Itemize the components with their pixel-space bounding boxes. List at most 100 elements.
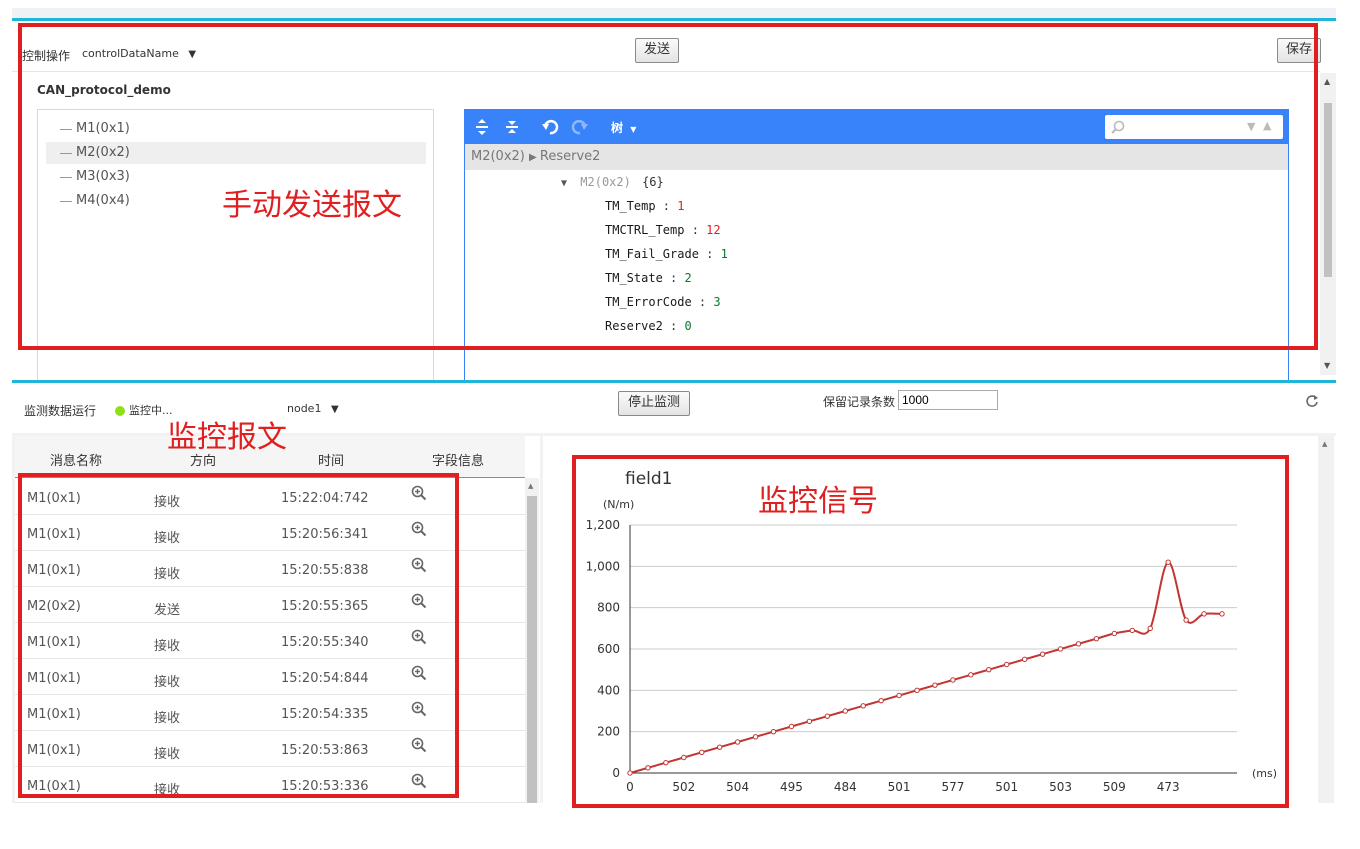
- expand-all-icon[interactable]: [475, 118, 489, 136]
- table-row[interactable]: M1(0x1) 接收 15:20:54:844: [15, 659, 525, 695]
- data-point[interactable]: [1201, 611, 1207, 617]
- search-next-icon[interactable]: ▼: [1247, 120, 1255, 133]
- data-point[interactable]: [1165, 559, 1171, 565]
- tree-item[interactable]: M1(0x1): [46, 118, 426, 140]
- data-point[interactable]: [932, 682, 938, 688]
- col-header-name[interactable]: 消息名称: [50, 450, 102, 469]
- chart-scrollbar[interactable]: ▲: [1318, 436, 1334, 803]
- zoom-in-icon[interactable]: [411, 485, 427, 501]
- send-button[interactable]: 发送: [635, 38, 679, 63]
- table-row[interactable]: M1(0x1) 接收 15:20:56:341: [15, 515, 525, 551]
- json-field-value[interactable]: 1: [721, 247, 728, 261]
- table-row[interactable]: M1(0x1) 接收 15:20:55:838: [15, 551, 525, 587]
- data-point[interactable]: [1039, 651, 1046, 657]
- data-point[interactable]: [752, 734, 759, 740]
- zoom-in-icon[interactable]: [411, 773, 427, 789]
- zoom-in-icon[interactable]: [411, 593, 427, 609]
- data-point[interactable]: [627, 770, 633, 776]
- data-point[interactable]: [806, 718, 813, 725]
- expand-toggle-icon[interactable]: ▼: [561, 178, 567, 189]
- top-scrollbar[interactable]: ▲ ▼: [1320, 73, 1336, 375]
- top-scrollbar-thumb[interactable]: [1324, 103, 1332, 277]
- data-point[interactable]: [1057, 646, 1064, 652]
- table-scroll-up-icon[interactable]: ▲: [528, 482, 533, 490]
- search-input[interactable]: [1129, 117, 1239, 137]
- json-root-node[interactable]: ▼ M2(0x2) {6}: [561, 172, 664, 192]
- data-point[interactable]: [645, 765, 651, 771]
- data-point[interactable]: [824, 713, 831, 719]
- json-field-value[interactable]: 12: [706, 223, 720, 237]
- table-row[interactable]: M1(0x1) 接收 15:20:53:336: [15, 767, 525, 803]
- table-row[interactable]: M1(0x1) 接收 15:20:54:335: [15, 695, 525, 731]
- json-field-row[interactable]: TM_State : 2: [605, 268, 692, 288]
- data-point[interactable]: [968, 672, 974, 678]
- data-point[interactable]: [914, 687, 920, 694]
- data-point[interactable]: [699, 749, 705, 756]
- zoom-in-icon[interactable]: [411, 629, 427, 645]
- table-row[interactable]: M1(0x1) 接收 15:20:55:340: [15, 623, 525, 659]
- zoom-in-icon[interactable]: [411, 665, 427, 681]
- data-point[interactable]: [716, 744, 723, 750]
- data-point[interactable]: [878, 697, 884, 704]
- json-field-row[interactable]: Reserve2 : 0: [605, 316, 692, 336]
- data-point[interactable]: [1111, 630, 1118, 637]
- json-field-row[interactable]: TM_ErrorCode : 3: [605, 292, 721, 312]
- refresh-icon[interactable]: [1305, 394, 1319, 408]
- json-field-value[interactable]: 3: [713, 295, 720, 309]
- data-point[interactable]: [1129, 627, 1136, 634]
- data-point[interactable]: [1093, 635, 1100, 642]
- json-field-value[interactable]: 2: [684, 271, 691, 285]
- data-point[interactable]: [770, 728, 777, 735]
- data-point[interactable]: [950, 677, 956, 683]
- json-field-row[interactable]: TM_Temp : 1: [605, 196, 685, 216]
- control-data-select[interactable]: controlDataName ▼: [82, 47, 196, 60]
- data-point[interactable]: [896, 692, 902, 699]
- data-point[interactable]: [788, 723, 795, 730]
- zoom-in-icon[interactable]: [411, 737, 427, 753]
- save-button[interactable]: 保存: [1277, 38, 1321, 63]
- json-field-value[interactable]: 1: [677, 199, 684, 213]
- data-point[interactable]: [1004, 661, 1010, 668]
- data-point[interactable]: [842, 708, 848, 714]
- col-header-fields[interactable]: 字段信息: [432, 450, 484, 469]
- search-prev-icon[interactable]: ▲: [1263, 119, 1271, 132]
- undo-icon[interactable]: [541, 118, 559, 136]
- table-row[interactable]: M2(0x2) 发送 15:20:55:365: [15, 587, 525, 623]
- data-point[interactable]: [1147, 625, 1153, 632]
- data-point[interactable]: [734, 739, 741, 745]
- data-point[interactable]: [986, 666, 992, 673]
- collapse-all-icon[interactable]: [505, 118, 519, 136]
- breadcrumb-current[interactable]: Reserve2: [540, 149, 601, 164]
- breadcrumb-root[interactable]: M2(0x2): [471, 149, 525, 164]
- chart-scroll-up-icon[interactable]: ▲: [1322, 440, 1327, 448]
- data-point[interactable]: [1183, 617, 1189, 623]
- data-point[interactable]: [860, 703, 866, 709]
- data-point[interactable]: [681, 754, 687, 761]
- table-scrollbar-thumb[interactable]: [527, 496, 537, 803]
- x-tick-label: 0: [626, 780, 634, 794]
- data-point[interactable]: [663, 759, 669, 766]
- retain-count-input[interactable]: [898, 390, 998, 410]
- data-point[interactable]: [1219, 611, 1225, 617]
- zoom-in-icon[interactable]: [411, 701, 427, 717]
- data-point[interactable]: [1075, 641, 1082, 647]
- stop-monitor-button[interactable]: 停止监测: [618, 391, 690, 416]
- mode-dropdown[interactable]: 树 ▼: [611, 119, 636, 136]
- table-row[interactable]: M1(0x1) 接收 15:22:04:742: [15, 479, 525, 515]
- scroll-up-icon[interactable]: ▲: [1324, 77, 1330, 86]
- data-point[interactable]: [1021, 656, 1028, 663]
- json-field-row[interactable]: TMCTRL_Temp : 12: [605, 220, 721, 240]
- table-scrollbar[interactable]: ▲: [525, 478, 539, 803]
- json-field-value[interactable]: 0: [684, 319, 691, 333]
- tree-item[interactable]: M2(0x2): [46, 142, 426, 164]
- json-field-row[interactable]: TM_Fail_Grade : 1: [605, 244, 728, 264]
- node-select[interactable]: node1 ▼: [287, 402, 339, 415]
- zoom-in-icon[interactable]: [411, 557, 427, 573]
- chevron-down-icon: ▼: [330, 404, 339, 415]
- scroll-down-icon[interactable]: ▼: [1324, 361, 1330, 370]
- search-box[interactable]: ▼ ▲: [1105, 115, 1283, 139]
- col-header-time[interactable]: 时间: [318, 450, 344, 469]
- zoom-in-icon[interactable]: [411, 521, 427, 537]
- table-row[interactable]: M1(0x1) 接收 15:20:53:863: [15, 731, 525, 767]
- redo-icon[interactable]: [571, 118, 589, 136]
